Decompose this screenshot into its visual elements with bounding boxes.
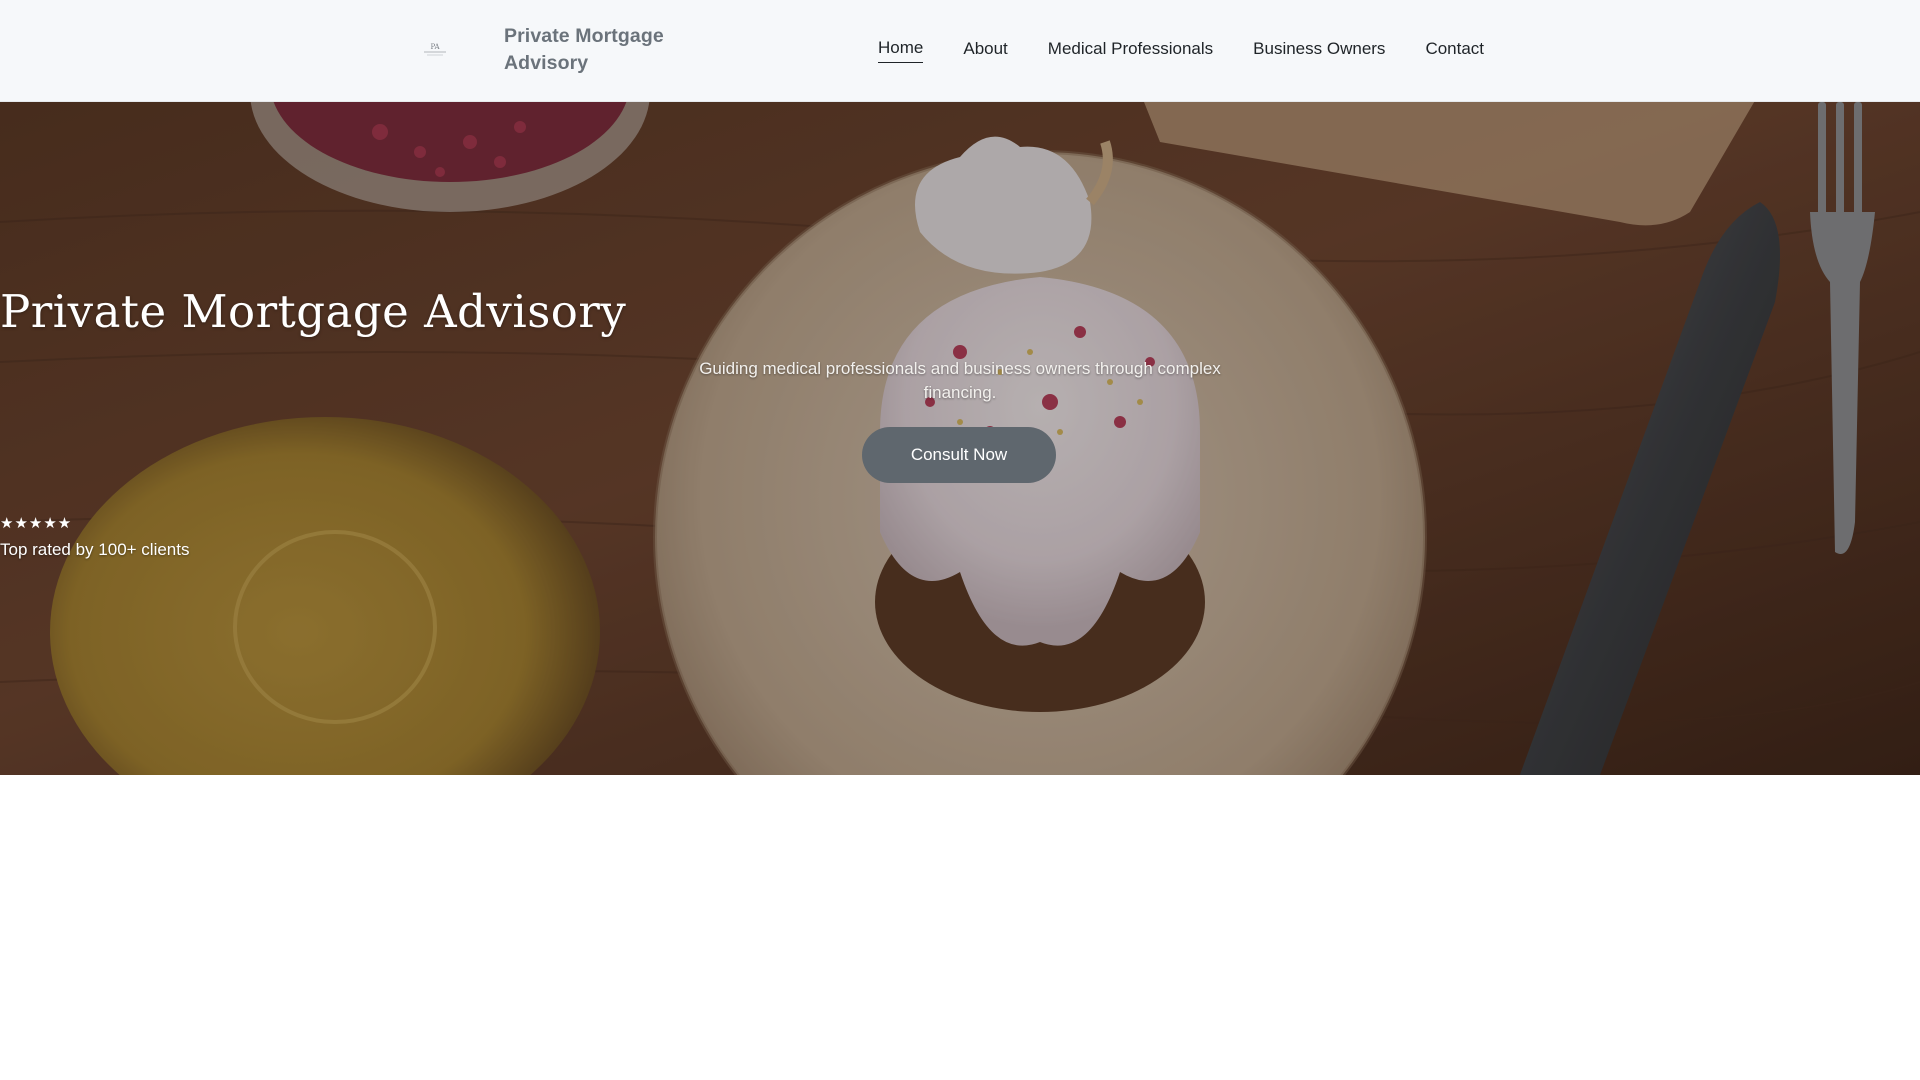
brand-name[interactable]: Private Mortgage Advisory [504,23,704,77]
rating-stars: ★★★★★ [0,514,73,532]
consult-now-button[interactable]: Consult Now [862,427,1056,483]
nav-business-owners[interactable]: Business Owners [1253,39,1385,63]
logo-icon[interactable]: PA [421,40,449,60]
hero-subtitle: Guiding medical professionals and busine… [699,359,1221,402]
hero-title: Private Mortgage Advisory [0,285,627,338]
main-nav: Home About Medical Professionals Busines… [878,38,1484,63]
nav-medical-professionals[interactable]: Medical Professionals [1048,39,1213,63]
site-header: PA Private Mortgage Advisory Home About … [0,0,1920,102]
hero-section: Private Mortgage Advisory Guiding medica… [0,102,1920,775]
nav-contact[interactable]: Contact [1425,39,1484,63]
nav-home[interactable]: Home [878,38,924,63]
svg-text:PA: PA [430,43,440,51]
rating-text: Top rated by 100+ clients [0,540,190,559]
nav-about[interactable]: About [963,39,1007,63]
